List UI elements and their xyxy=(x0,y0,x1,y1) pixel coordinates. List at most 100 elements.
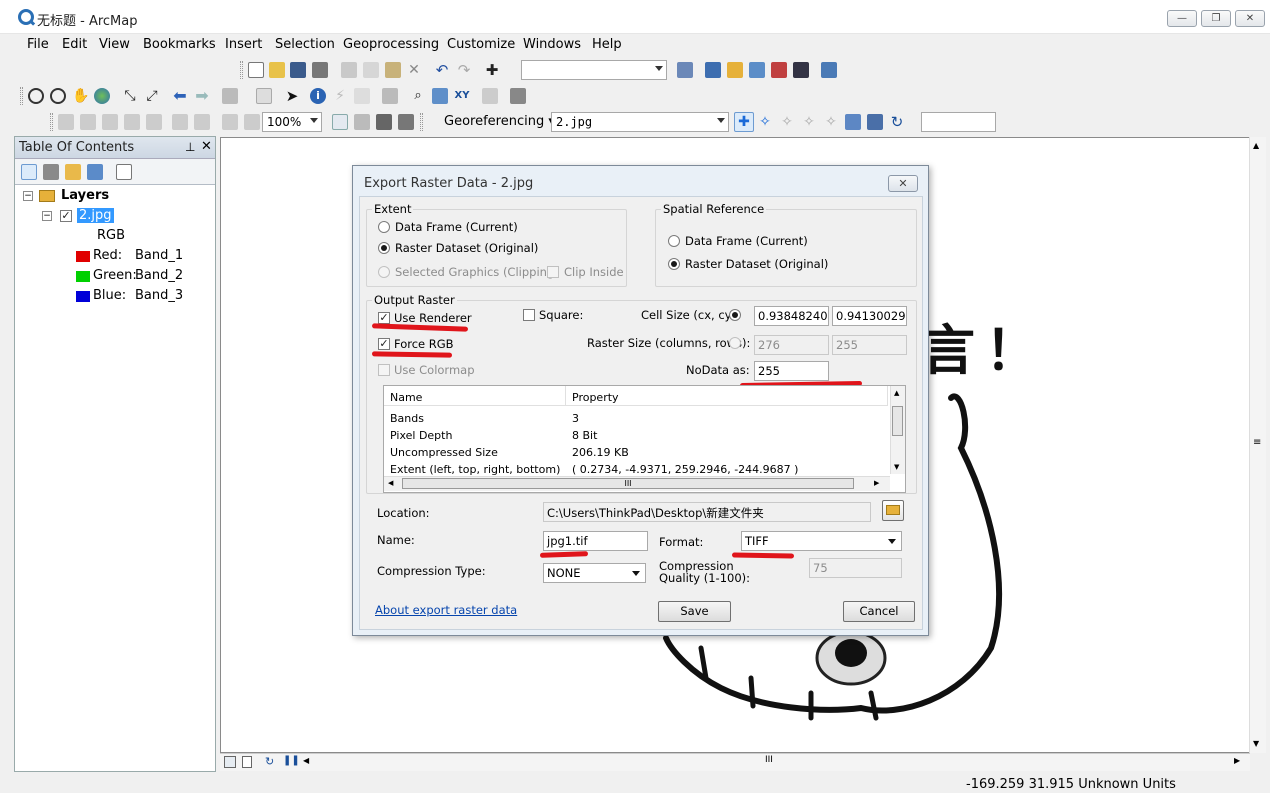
search-window-icon[interactable] xyxy=(749,62,765,78)
menu-insert[interactable]: Insert xyxy=(225,37,262,52)
menu-file[interactable]: File xyxy=(27,37,49,52)
layout-zoom-out-icon[interactable] xyxy=(80,114,96,130)
add-data-icon[interactable]: ✚ xyxy=(484,62,500,78)
delete-link-icon[interactable]: ✧ xyxy=(823,114,839,130)
menu-view[interactable]: View xyxy=(99,37,130,52)
cell-size-x-input[interactable]: 0.9384824048 xyxy=(754,306,829,326)
layout-pan-icon[interactable] xyxy=(102,114,118,130)
save-button[interactable]: Save xyxy=(658,601,731,622)
measure-icon[interactable] xyxy=(382,88,398,104)
layout-view-icon[interactable] xyxy=(242,756,252,768)
vertical-scroll-thumb[interactable] xyxy=(892,406,903,436)
html-popup-icon[interactable] xyxy=(354,88,370,104)
menu-windows[interactable]: Windows xyxy=(523,37,581,52)
minimize-button[interactable]: — xyxy=(1167,10,1197,27)
identify-icon[interactable]: i xyxy=(310,88,326,104)
properties-list[interactable]: Name Property Bands 3 Pixel Depth 8 Bit … xyxy=(383,385,906,493)
time-slider-icon[interactable] xyxy=(482,88,498,104)
scroll-right-icon[interactable]: ▶ xyxy=(874,479,879,487)
properties-vertical-scrollbar[interactable]: ▲ ▼ xyxy=(890,386,905,474)
scroll-down-icon[interactable]: ▼ xyxy=(894,463,899,471)
cancel-button[interactable]: Cancel xyxy=(843,601,915,622)
dialog-close-button[interactable]: ✕ xyxy=(888,175,918,192)
delete-icon[interactable]: ✕ xyxy=(406,62,422,78)
map-horizontal-scrollbar[interactable]: ↻ ❚❚ ◀ III ▶ xyxy=(220,753,1250,771)
menu-selection[interactable]: Selection xyxy=(275,37,335,52)
cell-size-y-input[interactable]: 0.9413002911 xyxy=(832,306,907,326)
collapse-layer-icon[interactable]: − xyxy=(42,211,52,221)
sr-data-frame-radio[interactable] xyxy=(668,235,680,247)
scroll-right-icon[interactable]: ▶ xyxy=(1234,756,1240,765)
georeferencing-menu[interactable]: Georeferencing ▾ xyxy=(444,114,555,129)
layers-label[interactable]: Layers xyxy=(61,188,109,203)
cut-icon[interactable] xyxy=(341,62,357,78)
focus-data-frame-icon[interactable] xyxy=(354,114,370,130)
add-control-points-icon[interactable]: ✚ xyxy=(734,112,754,132)
zoom-in-icon[interactable] xyxy=(28,88,44,104)
zoom-whole-page-icon[interactable] xyxy=(124,114,140,130)
next-extent-layout-icon[interactable] xyxy=(244,114,260,130)
list-by-drawing-order-icon[interactable] xyxy=(21,164,37,180)
browse-location-button[interactable] xyxy=(882,500,904,521)
properties-horizontal-scrollbar[interactable]: ◀ III ▶ xyxy=(384,476,890,491)
zoom-percent-combobox[interactable]: 100% xyxy=(262,112,322,132)
select-link-icon[interactable]: ✧ xyxy=(779,114,795,130)
toolbar-grip[interactable] xyxy=(240,61,243,79)
menu-geoprocessing[interactable]: Geoprocessing xyxy=(343,37,439,52)
select-features-icon[interactable] xyxy=(222,88,238,104)
scroll-left-icon[interactable]: ◀ xyxy=(388,479,393,487)
georef-scale-input[interactable] xyxy=(921,112,996,132)
fixed-zoom-out-icon[interactable]: ⤢ xyxy=(144,88,160,104)
properties-property-header[interactable]: Property xyxy=(566,386,888,406)
full-extent-globe-icon[interactable] xyxy=(94,88,110,104)
list-by-visibility-icon[interactable] xyxy=(65,164,81,180)
viewer-icon[interactable] xyxy=(845,114,861,130)
table-of-contents-icon[interactable] xyxy=(705,62,721,78)
auto-registration-icon[interactable]: ✧ xyxy=(757,114,773,130)
open-folder-icon[interactable] xyxy=(269,62,285,78)
find-route-icon[interactable] xyxy=(432,88,448,104)
copy-icon[interactable] xyxy=(363,62,379,78)
layout-zoom-in-icon[interactable] xyxy=(58,114,74,130)
change-layout-icon[interactable] xyxy=(376,114,392,130)
horizontal-scroll-thumb[interactable]: III xyxy=(765,755,773,765)
model-builder-icon[interactable] xyxy=(821,62,837,78)
map-vertical-scrollbar[interactable]: ▲ ≡ ▼ xyxy=(1249,137,1266,753)
scroll-down-icon[interactable]: ▼ xyxy=(1253,739,1259,748)
toggle-draft-mode-icon[interactable] xyxy=(332,114,348,130)
nodata-input[interactable]: 255 xyxy=(754,361,829,381)
force-rgb-checkbox[interactable]: ✓ xyxy=(378,338,390,350)
zoom-100-icon[interactable] xyxy=(146,114,162,130)
sr-raster-dataset-radio[interactable] xyxy=(668,258,680,270)
extent-selected-graphics-radio[interactable] xyxy=(378,266,390,278)
name-input[interactable]: jpg1.tif xyxy=(543,531,648,551)
properties-name-header[interactable]: Name xyxy=(384,386,566,406)
fixed-zoom-in-icon[interactable]: ⤡ xyxy=(122,88,138,104)
compression-quality-input[interactable]: 75 xyxy=(809,558,902,578)
format-select[interactable]: TIFF xyxy=(741,531,902,551)
new-document-icon[interactable] xyxy=(248,62,264,78)
collapse-layers-icon[interactable]: − xyxy=(23,191,33,201)
find-binoculars-icon[interactable]: ⌕ xyxy=(410,88,426,104)
layer-name-2jpg[interactable]: 2.jpg xyxy=(77,208,114,223)
raster-size-radio[interactable] xyxy=(729,337,741,349)
compression-type-select[interactable]: NONE xyxy=(543,563,646,583)
menu-customize[interactable]: Customize xyxy=(447,37,515,52)
save-icon[interactable] xyxy=(290,62,306,78)
layer-visibility-checkbox[interactable]: ✓ xyxy=(60,210,72,222)
horizontal-scroll-thumb[interactable]: III xyxy=(402,478,854,489)
close-panel-icon[interactable]: ✕ xyxy=(201,139,212,154)
extent-raster-dataset-radio[interactable] xyxy=(378,242,390,254)
close-window-button[interactable]: ✕ xyxy=(1235,10,1265,27)
zoom-out-icon[interactable] xyxy=(50,88,66,104)
scale-combobox[interactable] xyxy=(521,60,667,80)
clear-selection-icon[interactable] xyxy=(256,88,272,104)
menu-bookmarks[interactable]: Bookmarks xyxy=(143,37,216,52)
select-elements-arrow-icon[interactable]: ➤ xyxy=(284,88,300,104)
fixed-zoom-out-layout-icon[interactable] xyxy=(194,114,210,130)
hyperlink-icon[interactable]: ⚡ xyxy=(332,88,348,104)
redo-icon[interactable]: ↷ xyxy=(456,62,472,78)
use-renderer-checkbox[interactable]: ✓ xyxy=(378,312,390,324)
columns-input[interactable]: 276 xyxy=(754,335,829,355)
scroll-left-icon[interactable]: ◀ xyxy=(303,756,309,765)
